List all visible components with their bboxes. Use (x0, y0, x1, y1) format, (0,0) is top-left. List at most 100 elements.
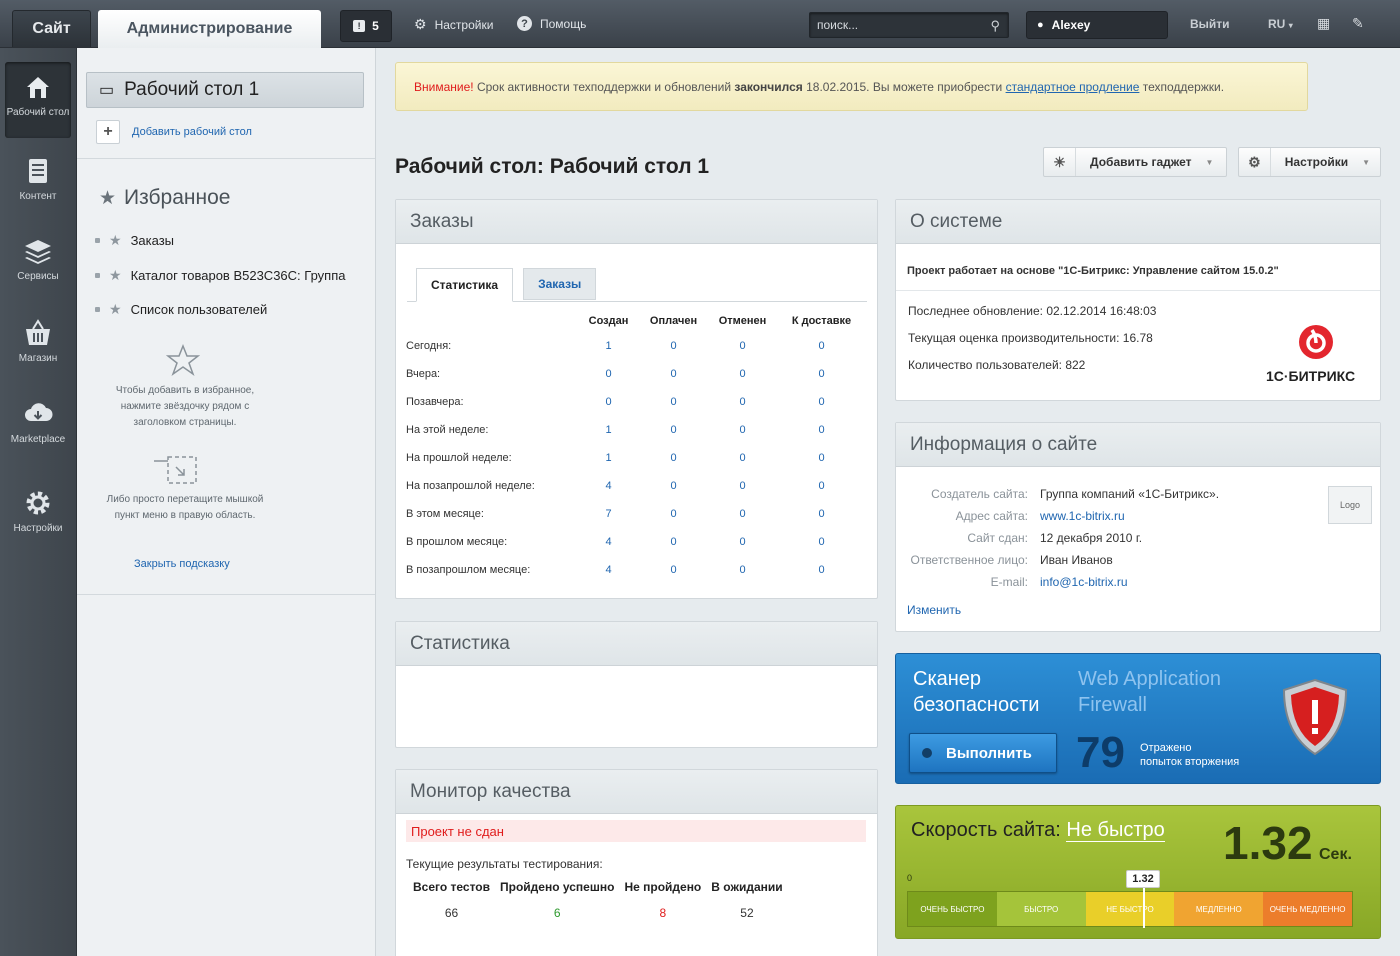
order-count-link[interactable]: 0 (646, 360, 701, 388)
nav-label-desktop: Рабочий стол (6, 107, 70, 118)
order-count-link[interactable]: 1 (571, 444, 646, 472)
table-row: Вчера: 0 0 0 0 (406, 360, 859, 388)
scale-segment: БЫСТРО (996, 892, 1086, 926)
close-hint-link[interactable]: Закрыть подсказку (134, 558, 230, 570)
order-count-link[interactable]: 4 (571, 472, 646, 500)
order-count-link[interactable]: 0 (646, 528, 701, 556)
scanner-title-line: Сканер (913, 668, 982, 690)
order-count-link[interactable]: 0 (646, 556, 701, 584)
order-count-link[interactable]: 0 (646, 500, 701, 528)
order-count-link[interactable]: 0 (571, 360, 646, 388)
star-icon[interactable]: ★ (109, 267, 122, 284)
star-icon[interactable]: ★ (109, 232, 122, 249)
nav-item-services[interactable]: Сервисы (5, 226, 71, 302)
favorite-item[interactable]: ★ Заказы (95, 232, 174, 249)
orders-title[interactable]: Заказы (396, 200, 877, 244)
add-gadget-button[interactable]: ☀ Добавить гаджет ▼ (1043, 147, 1227, 177)
nav-item-desktop[interactable]: Рабочий стол (5, 62, 71, 138)
order-count-link[interactable]: 0 (646, 332, 701, 360)
siteinfo-link[interactable]: info@1c-bitrix.ru (1040, 575, 1128, 589)
add-gadget-label: Добавить гаджет (1090, 155, 1192, 169)
search-input[interactable] (810, 13, 980, 37)
star-icon[interactable]: ★ (109, 301, 122, 318)
quality-col: В ожидании 52 (706, 880, 787, 928)
top-help-link[interactable]: ? Помощь (517, 16, 586, 31)
top-settings-link[interactable]: ⚙ Настройки (414, 16, 493, 33)
order-count-link[interactable]: 0 (701, 332, 784, 360)
favorite-item[interactable]: ★ Список пользователей (95, 301, 267, 318)
order-count-link[interactable]: 0 (701, 500, 784, 528)
scale-segment: МЕДЛЕННО (1174, 892, 1264, 926)
order-count-link[interactable]: 4 (571, 556, 646, 584)
order-count-link[interactable]: 0 (701, 528, 784, 556)
order-count-link[interactable]: 1 (571, 332, 646, 360)
nav-item-content[interactable]: Контент (5, 146, 71, 222)
order-count-link[interactable]: 0 (784, 332, 859, 360)
order-count-link[interactable]: 0 (646, 416, 701, 444)
nav-item-marketplace[interactable]: Marketplace (5, 389, 71, 465)
nav-item-shop[interactable]: Магазин (5, 308, 71, 384)
nav-label-settings: Настройки (13, 523, 63, 534)
search-box: ⚲ (809, 12, 1009, 38)
quality-subtitle: Текущие результаты тестирования: (406, 857, 603, 871)
order-count-link[interactable]: 0 (701, 388, 784, 416)
order-count-link[interactable]: 0 (784, 416, 859, 444)
siteinfo-link[interactable]: www.1c-bitrix.ru (1040, 509, 1125, 523)
warning-bold: закончился (734, 79, 803, 94)
tab-admin[interactable]: Администрирование (98, 10, 321, 48)
order-count-link[interactable]: 1 (571, 416, 646, 444)
favorites-title: ★ Избранное (99, 186, 230, 210)
calendar-icon[interactable]: ▦ (1317, 15, 1330, 32)
page-settings-button[interactable]: ⚙ Настройки ▼ (1238, 147, 1381, 177)
order-count-link[interactable]: 0 (701, 556, 784, 584)
quality-col: Пройдено успешно 6 (495, 880, 619, 928)
tab-orders[interactable]: Заказы (523, 268, 597, 300)
run-scan-button[interactable]: Выполнить (909, 733, 1057, 773)
add-desktop-link[interactable]: Добавить рабочий стол (132, 126, 252, 138)
order-count-link[interactable]: 0 (784, 528, 859, 556)
order-count-link[interactable]: 7 (571, 500, 646, 528)
order-count-link[interactable]: 0 (784, 388, 859, 416)
pin-icon[interactable]: ✎ (1352, 15, 1364, 32)
siteinfo-row: E-mail: info@1c-bitrix.ru (896, 575, 1128, 589)
nav-label-marketplace: Marketplace (10, 434, 66, 445)
order-count-link[interactable]: 0 (646, 472, 701, 500)
favorite-item[interactable]: ★ Каталог товаров B523C36C: Группа (95, 267, 345, 284)
statistics-title[interactable]: Статистика (396, 622, 877, 666)
quality-title[interactable]: Монитор качества (396, 770, 877, 814)
document-icon (29, 159, 47, 183)
order-count-link[interactable]: 0 (784, 556, 859, 584)
desktop-selector[interactable]: ▭ Рабочий стол 1 (86, 72, 364, 108)
tab-statistics[interactable]: Статистика (416, 268, 514, 302)
logout-link[interactable]: Выйти (1190, 17, 1230, 31)
speed-title: Скорость сайта: Не быстро (911, 819, 1165, 842)
edit-siteinfo-link[interactable]: Изменить (907, 603, 961, 617)
plus-icon[interactable]: + (96, 120, 120, 144)
sun-icon: ☀ (1044, 148, 1076, 176)
renewal-link[interactable]: стандартное продление (1006, 80, 1140, 94)
order-count-link[interactable]: 0 (646, 444, 701, 472)
search-icon[interactable]: ⚲ (990, 18, 1000, 34)
order-count-link[interactable]: 0 (784, 360, 859, 388)
tab-site[interactable]: Сайт (12, 10, 91, 47)
order-count-link[interactable]: 0 (701, 472, 784, 500)
speed-status-link[interactable]: Не быстро (1066, 819, 1165, 842)
nav-item-settings[interactable]: Настройки (5, 478, 71, 554)
siteinfo-title[interactable]: Информация о сайте (896, 423, 1380, 467)
speed-label: Скорость сайта: (911, 819, 1061, 841)
notifications-button[interactable]: ! 5 (340, 10, 392, 42)
order-count-link[interactable]: 0 (784, 500, 859, 528)
scale-segment: НЕ БЫСТРО (1085, 892, 1175, 926)
order-count-link[interactable]: 0 (701, 416, 784, 444)
order-count-link[interactable]: 0 (701, 444, 784, 472)
gear-icon (26, 491, 50, 515)
order-count-link[interactable]: 0 (646, 388, 701, 416)
order-count-link[interactable]: 4 (571, 528, 646, 556)
order-count-link[interactable]: 0 (784, 444, 859, 472)
order-count-link[interactable]: 0 (701, 360, 784, 388)
order-count-link[interactable]: 0 (784, 472, 859, 500)
language-select[interactable]: RU ▾ (1268, 17, 1293, 31)
order-count-link[interactable]: 0 (571, 388, 646, 416)
user-button[interactable]: ● Alexey (1026, 11, 1168, 39)
system-title[interactable]: О системе (896, 200, 1380, 244)
